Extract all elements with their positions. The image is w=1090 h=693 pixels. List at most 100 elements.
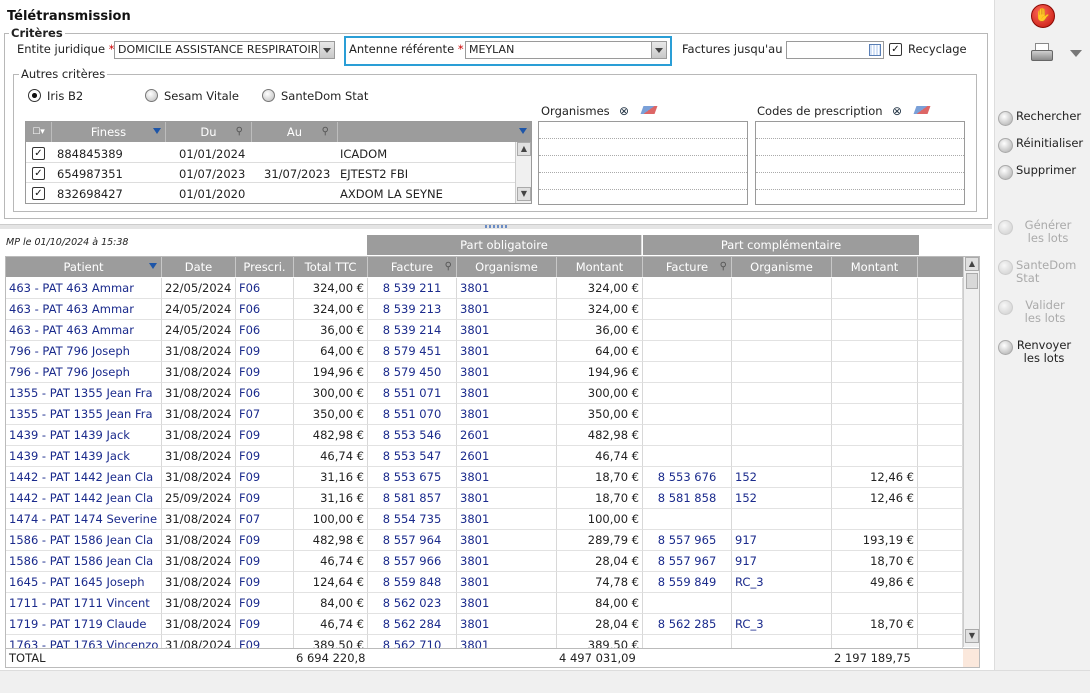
cell-facture-comp[interactable] [643, 593, 732, 614]
resend-lots-button[interactable]: Renvoyer les lots [998, 339, 1072, 365]
cell-patient[interactable]: 1439 - PAT 1439 Jack [6, 446, 162, 467]
finess-scrollbar[interactable]: ▲ ▼ [515, 142, 531, 203]
table-row[interactable]: 463 - PAT 463 Ammar 24/05/2024 F06 36,00 €8… [6, 320, 963, 341]
cell-facture-comp[interactable] [643, 278, 732, 299]
table-row[interactable]: 1645 - PAT 1645 Joseph 31/08/2024 F09 124,6… [6, 572, 963, 593]
table-row[interactable]: 1439 - PAT 1439 Jack 31/08/2024 F09 46,74 €… [6, 446, 963, 467]
select-all-checkbox[interactable]: ☐▾ [26, 122, 52, 142]
chevron-down-icon[interactable] [319, 42, 334, 58]
radio-sesam-vitale[interactable] [145, 89, 158, 102]
scroll-thumb[interactable] [966, 273, 978, 289]
cell-facture-comp[interactable] [643, 509, 732, 530]
au-header[interactable]: Au ⚲ [252, 122, 338, 142]
search-icon[interactable]: ⚲ [445, 257, 452, 277]
splitter-grip[interactable] [485, 225, 507, 228]
finess-row[interactable]: ✓ 884845389 01/01/2024 ICADOM [26, 143, 515, 163]
col-organisme-comp[interactable]: Organisme [732, 257, 832, 277]
table-row[interactable]: 1442 - PAT 1442 Jean Cla 25/09/2024 F09 31,… [6, 488, 963, 509]
table-row[interactable]: 463 - PAT 463 Ammar 22/05/2024 F06 324,00 €… [6, 278, 963, 299]
cell-facture-comp[interactable]: 8 581 858 [643, 488, 732, 509]
finess-row-checkbox[interactable]: ✓ [32, 147, 45, 160]
delete-button[interactable]: Supprimer [998, 164, 1076, 180]
cell-facture[interactable]: 8 562 710 [368, 635, 457, 648]
eraser-icon[interactable] [913, 106, 931, 114]
prescription-codes-list[interactable] [755, 121, 965, 205]
cell-facture-comp[interactable] [643, 635, 732, 648]
cell-patient[interactable]: 796 - PAT 796 Joseph [6, 362, 162, 383]
scroll-down-icon[interactable]: ▼ [517, 187, 531, 201]
reset-button[interactable]: Réinitialiser [998, 137, 1083, 153]
table-row[interactable]: 1586 - PAT 1586 Jean Cla 31/08/2024 F09 46,… [6, 551, 963, 572]
finess-row[interactable]: ✓ 654987351 01/07/2023 31/07/2023 EJTEST… [26, 163, 515, 183]
cell-patient[interactable]: 1355 - PAT 1355 Jean Fra [6, 383, 162, 404]
col-patient[interactable]: Patient [6, 257, 162, 277]
cell-facture[interactable]: 8 579 451 [368, 341, 457, 362]
table-row[interactable]: 463 - PAT 463 Ammar 24/05/2024 F06 324,00 €… [6, 299, 963, 320]
table-row[interactable]: 796 - PAT 796 Joseph 31/08/2024 F09 194,96 … [6, 362, 963, 383]
cell-facture-comp[interactable] [643, 362, 732, 383]
col-prescri[interactable]: Prescri. [236, 257, 294, 277]
cell-facture[interactable]: 8 557 964 [368, 530, 457, 551]
cell-facture-comp[interactable] [643, 425, 732, 446]
cell-facture[interactable]: 8 559 848 [368, 572, 457, 593]
generate-lots-button[interactable]: Générer les lots [998, 219, 1074, 245]
cell-facture-comp[interactable] [643, 404, 732, 425]
table-row[interactable]: 1711 - PAT 1711 Vincent 31/08/2024 F09 84,0… [6, 593, 963, 614]
finess-row-checkbox[interactable]: ✓ [32, 167, 45, 180]
radio-iris-b2[interactable] [28, 89, 41, 102]
chevron-down-icon[interactable] [651, 42, 666, 58]
santedom-stat-button[interactable]: SanteDom Stat [998, 259, 1076, 285]
printer-icon[interactable] [1031, 43, 1053, 63]
cell-facture[interactable]: 8 539 211 [368, 278, 457, 299]
cell-facture-comp[interactable] [643, 446, 732, 467]
cell-facture-comp[interactable]: 8 553 676 [643, 467, 732, 488]
table-row[interactable]: 1355 - PAT 1355 Jean Fra 31/08/2024 F07 350… [6, 404, 963, 425]
cell-facture-comp[interactable] [643, 341, 732, 362]
cell-facture[interactable]: 8 581 857 [368, 488, 457, 509]
table-row[interactable]: 1719 - PAT 1719 Claude 31/08/2024 F09 46,74… [6, 614, 963, 635]
cell-facture[interactable]: 8 553 546 [368, 425, 457, 446]
cell-patient[interactable]: 1355 - PAT 1355 Jean Fra [6, 404, 162, 425]
cell-patient[interactable]: 1719 - PAT 1719 Claude [6, 614, 162, 635]
cell-patient[interactable]: 463 - PAT 463 Ammar [6, 320, 162, 341]
cell-patient[interactable]: 1439 - PAT 1439 Jack [6, 425, 162, 446]
cell-facture[interactable]: 8 562 023 [368, 593, 457, 614]
table-row[interactable]: 796 - PAT 796 Joseph 31/08/2024 F09 64,00 €… [6, 341, 963, 362]
scroll-down-icon[interactable]: ▼ [965, 629, 979, 643]
cell-facture-comp[interactable]: 8 557 965 [643, 530, 732, 551]
search-icon[interactable]: ⚲ [322, 122, 329, 142]
entity-select[interactable]: DOMICILE ASSISTANCE RESPIRATOIRE [114, 41, 335, 59]
results-scrollbar[interactable]: ▲ ▼ [963, 257, 979, 647]
filter-icon[interactable] [149, 263, 157, 269]
col-date[interactable]: Date [162, 257, 236, 277]
cell-facture[interactable]: 8 554 735 [368, 509, 457, 530]
cell-patient[interactable]: 1711 - PAT 1711 Vincent [6, 593, 162, 614]
scroll-up-icon[interactable]: ▲ [517, 142, 531, 156]
cell-patient[interactable]: 1442 - PAT 1442 Jean Cla [6, 488, 162, 509]
finess-row[interactable]: ✓ 832698427 01/01/2020 AXDOM LA SEYNE [26, 183, 515, 203]
du-header[interactable]: Du ⚲ [166, 122, 252, 142]
cell-facture[interactable]: 8 557 966 [368, 551, 457, 572]
recycling-checkbox[interactable]: ✓ [889, 43, 902, 56]
cell-facture[interactable]: 8 551 070 [368, 404, 457, 425]
cell-facture-comp[interactable]: 8 557 967 [643, 551, 732, 572]
filter-icon[interactable] [153, 128, 161, 134]
table-row[interactable]: 1586 - PAT 1586 Jean Cla 31/08/2024 F09 482… [6, 530, 963, 551]
cell-patient[interactable]: 1586 - PAT 1586 Jean Cla [6, 551, 162, 572]
chevron-down-icon[interactable] [1070, 50, 1082, 57]
cell-facture[interactable]: 8 579 450 [368, 362, 457, 383]
cell-patient[interactable]: 1586 - PAT 1586 Jean Cla [6, 530, 162, 551]
col-total-ttc[interactable]: Total TTC [294, 257, 368, 277]
search-button[interactable]: Rechercher [998, 110, 1081, 126]
cell-patient[interactable]: 463 - PAT 463 Ammar [6, 278, 162, 299]
table-row[interactable]: 1474 - PAT 1474 Severine 31/08/2024 F07 100… [6, 509, 963, 530]
cell-patient[interactable]: 1442 - PAT 1442 Jean Cla [6, 467, 162, 488]
table-row[interactable]: 1763 - PAT 1763 Vincenzo 31/08/2024 F09 389… [6, 635, 963, 648]
binoculars-icon[interactable]: ⊗ [892, 104, 902, 118]
finess-row-checkbox[interactable]: ✓ [32, 187, 45, 200]
cell-facture[interactable]: 8 551 071 [368, 383, 457, 404]
validate-lots-button[interactable]: Valider les lots [998, 299, 1068, 325]
search-icon[interactable]: ⚲ [720, 257, 727, 277]
cell-facture[interactable]: 8 562 284 [368, 614, 457, 635]
cell-facture[interactable]: 8 539 214 [368, 320, 457, 341]
